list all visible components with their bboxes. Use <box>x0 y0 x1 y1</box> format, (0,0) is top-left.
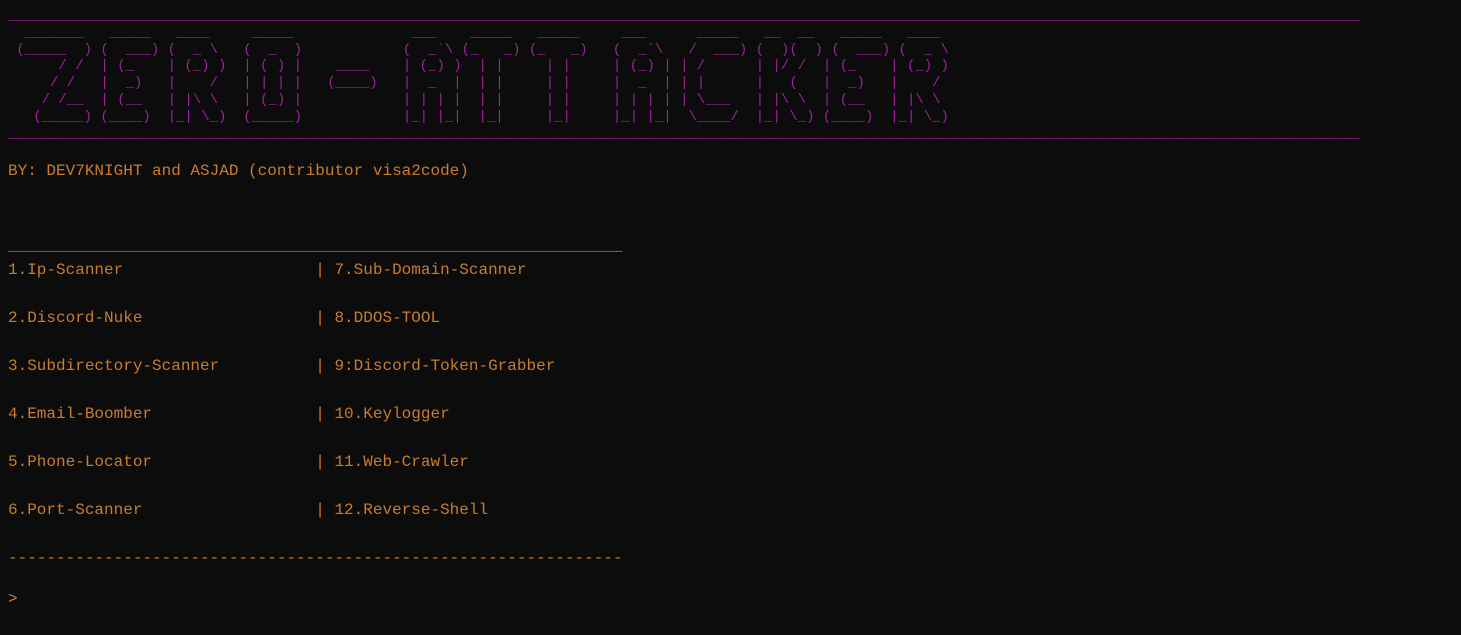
menu-row-2[interactable]: 2.Discord-Nuke | 8.DDOS-TOOL <box>8 306 1453 330</box>
menu-top-divider: ________________________________________… <box>8 237 623 255</box>
menu-row-1[interactable]: 1.Ip-Scanner | 7.Sub-Domain-Scanner <box>8 258 1453 282</box>
ascii-art-banner: ________________________________________… <box>8 8 1453 142</box>
banner-top-divider: ________________________________________… <box>8 8 1361 24</box>
menu-row-3[interactable]: 3.Subdirectory-Scanner | 9:Discord-Token… <box>8 354 1453 378</box>
menu-row-4[interactable]: 4.Email-Boomber | 10.Keylogger <box>8 402 1453 426</box>
credits-line: BY: DEV7KNIGHT and ASJAD (contributor vi… <box>8 162 1453 180</box>
menu-bottom-divider: ----------------------------------------… <box>8 549 623 567</box>
banner-bottom-divider: ________________________________________… <box>8 126 1361 142</box>
menu-row-5[interactable]: 5.Phone-Locator | 11.Web-Crawler <box>8 450 1453 474</box>
input-prompt[interactable]: > <box>8 590 1453 608</box>
tool-menu: ________________________________________… <box>8 210 1453 570</box>
menu-row-6[interactable]: 6.Port-Scanner | 12.Reverse-Shell <box>8 498 1453 522</box>
